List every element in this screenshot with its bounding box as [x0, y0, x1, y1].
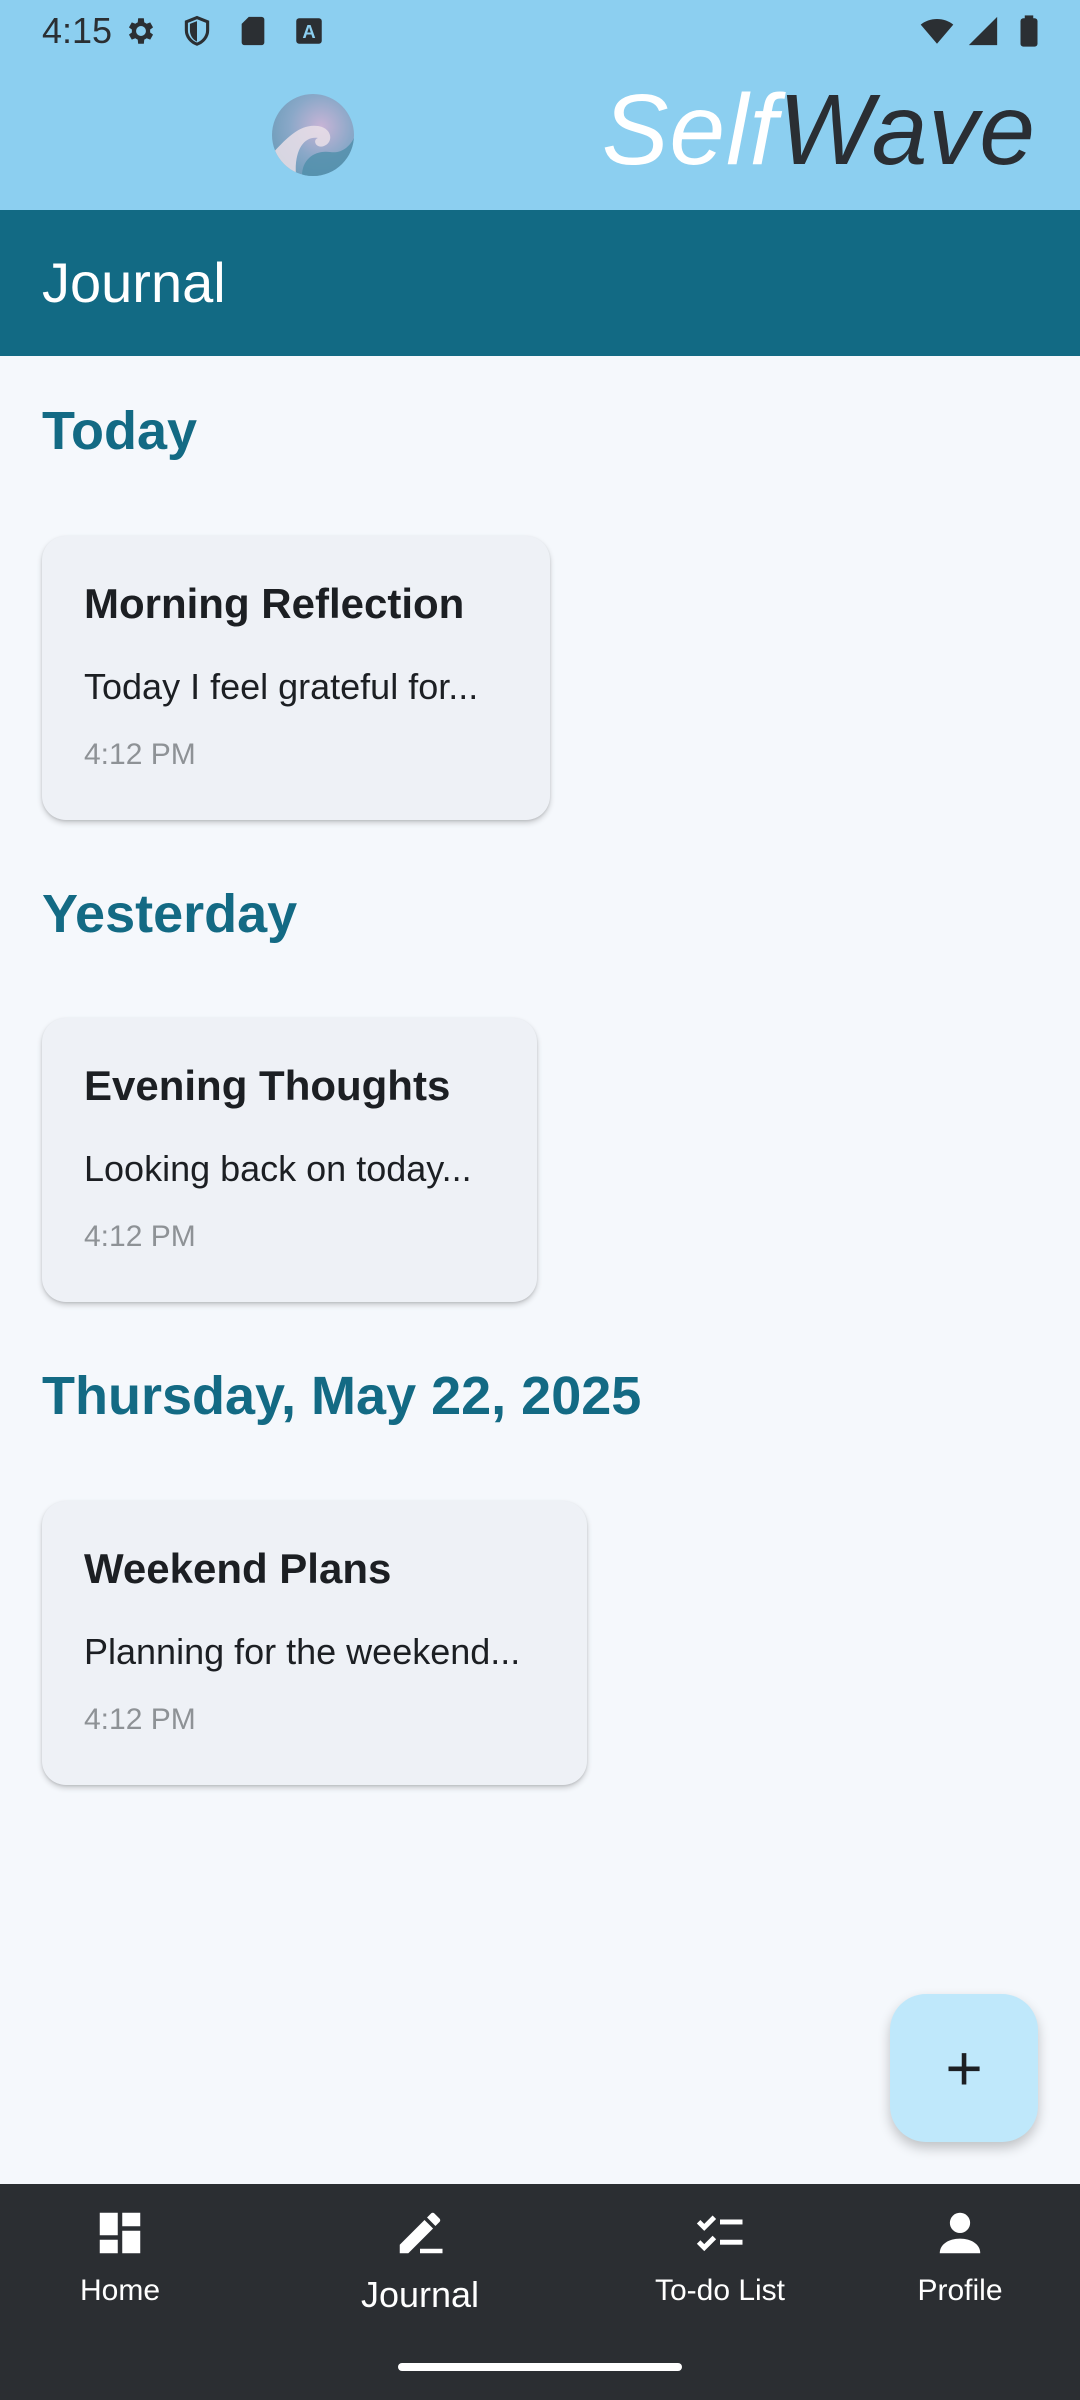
- entry-title: Morning Reflection: [84, 580, 465, 627]
- brand-title: SelfWave: [602, 80, 1036, 180]
- entry-preview: Planning for the weekend...: [84, 1631, 521, 1672]
- wifi-icon: [920, 18, 954, 44]
- page-title: Journal: [42, 251, 226, 314]
- person-icon: [939, 2212, 981, 2254]
- text-a-icon: A: [296, 18, 322, 44]
- battery-icon: [1020, 15, 1038, 47]
- entry-preview: Looking back on today...: [84, 1148, 472, 1189]
- nav-label-home: Home: [79, 2274, 161, 2307]
- status-icons-right: [920, 14, 1046, 48]
- nav-item-todo[interactable]: To-do List: [620, 2206, 820, 2308]
- brand-part2: Wave: [778, 74, 1036, 186]
- checklist-icon: [696, 2215, 743, 2252]
- svg-text:A: A: [302, 21, 315, 42]
- wave-logo-icon: [272, 94, 354, 176]
- entry-title: Evening Thoughts: [84, 1062, 451, 1109]
- entry-preview: Today I feel grateful for...: [84, 666, 479, 707]
- status-icons-left: A: [124, 14, 326, 48]
- entry-time: 4:12 PM: [84, 1220, 196, 1253]
- sd-card-icon: [241, 16, 265, 46]
- status-time: 4:15: [42, 10, 113, 51]
- app-header: SelfWave: [0, 62, 1080, 210]
- entry-title: Weekend Plans: [84, 1545, 392, 1592]
- entry-time: 4:12 PM: [84, 1703, 196, 1736]
- cellular-signal-icon: [968, 16, 998, 46]
- nav-item-profile[interactable]: Profile: [860, 2206, 1060, 2308]
- nav-label-journal: Journal: [360, 2274, 480, 2315]
- section-heading-today: Today: [42, 401, 198, 461]
- settings-icon: [128, 18, 154, 44]
- journal-entry-card[interactable]: Evening Thoughts Looking back on today..…: [42, 1018, 537, 1302]
- nav-label-todo: To-do List: [654, 2274, 786, 2307]
- gesture-handle[interactable]: [398, 2363, 682, 2371]
- journal-entry-card[interactable]: Weekend Plans Planning for the weekend..…: [42, 1501, 587, 1785]
- journal-entry-card[interactable]: Morning Reflection Today I feel grateful…: [42, 536, 550, 820]
- nav-item-journal[interactable]: Journal: [320, 2206, 520, 2316]
- plus-icon: +: [945, 2032, 983, 2104]
- page-title-bar: Journal: [0, 210, 1080, 356]
- section-heading-date: Thursday, May 22, 2025: [42, 1366, 642, 1426]
- brand-part1: Self: [601, 74, 779, 186]
- entry-time: 4:12 PM: [84, 738, 196, 771]
- add-entry-button[interactable]: +: [890, 1994, 1038, 2142]
- dashboard-icon: [99, 2212, 141, 2254]
- section-heading-yesterday: Yesterday: [42, 884, 298, 944]
- nav-label-profile: Profile: [917, 2274, 1003, 2307]
- nav-item-home[interactable]: Home: [20, 2206, 220, 2308]
- shield-icon: [184, 15, 210, 46]
- pencil-icon: [399, 2212, 443, 2254]
- status-bar: 4:15 A: [0, 0, 1080, 62]
